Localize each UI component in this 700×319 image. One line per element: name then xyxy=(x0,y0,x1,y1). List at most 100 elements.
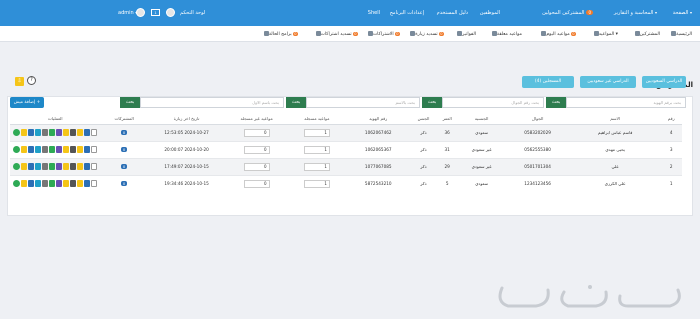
pay-icon[interactable] xyxy=(70,179,77,187)
table-row[interactable]: 0 19:34:46 2024-10-15 0 1 5872543210 ذكر 5 سعود… xyxy=(10,174,682,192)
search-name-input[interactable]: بحث بالاسم xyxy=(306,97,420,108)
whatsapp-icon[interactable] xyxy=(13,179,21,187)
history-icon[interactable] xyxy=(77,145,84,153)
edit-icon[interactable] xyxy=(56,162,63,170)
search-id-button[interactable]: بحث xyxy=(546,97,566,108)
subnav-item-appointments[interactable]: المواعيد ▾ xyxy=(593,31,618,37)
message-icon[interactable] xyxy=(42,145,49,153)
subnav-item-programs[interactable]: برامج الحالة 0 xyxy=(263,31,298,37)
checkbox-icon[interactable] xyxy=(91,162,98,170)
unregistered-field[interactable]: 0 xyxy=(243,179,270,188)
subnav-item-pending[interactable]: مواعيد معلقة xyxy=(491,31,522,37)
pay-icon[interactable] xyxy=(70,145,77,153)
search-firstname-input[interactable]: بحث باسم الاول xyxy=(140,97,284,108)
mail-icon[interactable] xyxy=(84,162,91,170)
table-row[interactable]: 0 20:00:07 2024-10-20 0 1 1062065367 ذكر 31 غير… xyxy=(10,140,682,158)
nav-accounting[interactable]: المحاسبة و التقارير ▾ xyxy=(614,10,657,16)
message-icon[interactable] xyxy=(42,128,49,136)
checkbox-icon[interactable] xyxy=(91,128,98,136)
print-icon[interactable] xyxy=(21,145,28,153)
nav-sales-agents[interactable]: المشتركين المحولين 0 xyxy=(542,10,595,16)
user-icon[interactable] xyxy=(166,8,175,17)
search-phone-button[interactable]: بحث xyxy=(422,97,442,108)
pay-icon[interactable] xyxy=(70,162,77,170)
filter-registered-button[interactable]: المسجلين (4) xyxy=(522,76,574,88)
nav-settings[interactable]: إعدادات البرنامج xyxy=(390,10,424,16)
info-icon[interactable] xyxy=(63,145,70,153)
registered-field[interactable]: 1 xyxy=(303,162,330,171)
whatsapp-icon[interactable] xyxy=(13,128,21,136)
filter-saudi-button[interactable]: الدراسي السعوديين xyxy=(642,76,686,88)
unregistered-field[interactable]: 0 xyxy=(243,145,270,154)
eye-icon[interactable] xyxy=(49,128,56,136)
nav-dashboard[interactable]: لوحة التحكم xyxy=(180,10,205,16)
nav-users[interactable]: دليل المستخدم xyxy=(437,10,468,16)
mail-icon[interactable] xyxy=(84,128,91,136)
info-icon[interactable] xyxy=(63,128,70,136)
subnav-item-subscribers[interactable]: المشتركين xyxy=(634,31,660,37)
edit-icon[interactable] xyxy=(56,145,63,153)
pay-icon[interactable] xyxy=(70,128,77,136)
file-icon[interactable] xyxy=(35,162,42,170)
admin-label[interactable]: admin ▾ xyxy=(118,10,137,16)
unregistered-field[interactable]: 0 xyxy=(243,162,270,171)
eye-icon[interactable] xyxy=(49,145,56,153)
subnav-item-today[interactable]: مواعيد اليوم 0 xyxy=(540,31,576,37)
table-row[interactable]: 0 12:53:05 2024-10-27 0 1 1062067462 ذكر 36 سعو… xyxy=(10,123,682,141)
file-icon[interactable] xyxy=(35,145,42,153)
view-icon[interactable] xyxy=(28,179,35,187)
view-icon[interactable] xyxy=(28,145,35,153)
nav-home[interactable]: الصفحة ▾ xyxy=(673,10,692,16)
message-icon[interactable] xyxy=(42,179,49,187)
exit-icon[interactable]: 1 xyxy=(151,9,160,16)
unregistered-field[interactable]: 0 xyxy=(243,128,270,137)
whatsapp-icon[interactable] xyxy=(13,145,21,153)
edit-icon[interactable] xyxy=(56,179,63,187)
subs-badge[interactable]: 0 xyxy=(120,164,128,169)
nav-employees[interactable]: الموظفين xyxy=(480,10,500,16)
subnav-item-pay-subs[interactable]: تسديد اشتراكات 0 xyxy=(315,31,358,37)
subnav-item-pay-visit[interactable]: تسديد زيارة 0 xyxy=(409,31,444,37)
nav-shell[interactable]: Shell xyxy=(368,10,380,16)
history-icon[interactable] xyxy=(77,162,84,170)
whatsapp-icon[interactable] xyxy=(13,162,21,170)
filter-non-saudi-button[interactable]: الدراسي غير سعوديين xyxy=(580,76,636,88)
print-icon[interactable] xyxy=(21,179,28,187)
subs-badge[interactable]: 0 xyxy=(120,147,128,152)
avatar[interactable] xyxy=(136,8,145,17)
mail-icon[interactable] xyxy=(84,145,91,153)
help-icon[interactable]: ? xyxy=(27,76,36,85)
subs-badge[interactable]: 0 xyxy=(120,181,128,187)
subs-badge[interactable]: 0 xyxy=(120,130,128,135)
eye-icon[interactable] xyxy=(49,179,56,187)
eye-icon[interactable] xyxy=(49,162,56,170)
search-firstname-button[interactable]: بحث xyxy=(120,97,140,108)
history-icon[interactable] xyxy=(77,128,84,136)
message-icon[interactable] xyxy=(42,162,49,170)
subnav-item-home[interactable]: الرئيسية xyxy=(670,31,692,37)
registered-field[interactable]: 1 xyxy=(303,145,330,154)
table-row[interactable]: 0 17:49:07 2024-10-15 0 1 1077067085 ذكر 29 غير… xyxy=(10,157,682,175)
export-icon[interactable]: ⇩ xyxy=(15,77,24,86)
subnav-item-invoices[interactable]: الفواتير xyxy=(456,31,476,37)
print-icon[interactable] xyxy=(21,162,28,170)
registered-field[interactable]: 1 xyxy=(303,128,330,137)
file-icon[interactable] xyxy=(35,179,42,187)
file-icon[interactable] xyxy=(35,128,42,136)
add-subscriber-button[interactable]: إضافة ميش + xyxy=(10,97,44,108)
search-id-input[interactable]: بحث برقم الهوية xyxy=(566,97,686,108)
view-icon[interactable] xyxy=(28,128,35,136)
checkbox-icon[interactable] xyxy=(91,179,98,187)
search-name-button[interactable]: بحث xyxy=(286,97,306,108)
history-icon[interactable] xyxy=(77,179,84,187)
mail-icon[interactable] xyxy=(84,179,91,187)
info-icon[interactable] xyxy=(63,179,70,187)
search-phone-input[interactable]: بحث رقم الجوال xyxy=(442,97,544,108)
checkbox-icon[interactable] xyxy=(91,145,98,153)
edit-icon[interactable] xyxy=(56,128,63,136)
registered-field[interactable]: 1 xyxy=(303,179,330,188)
print-icon[interactable] xyxy=(21,128,28,136)
subnav-item-subscriptions[interactable]: الاشتراكات 0 xyxy=(367,31,400,37)
view-icon[interactable] xyxy=(28,162,35,170)
info-icon[interactable] xyxy=(63,162,70,170)
